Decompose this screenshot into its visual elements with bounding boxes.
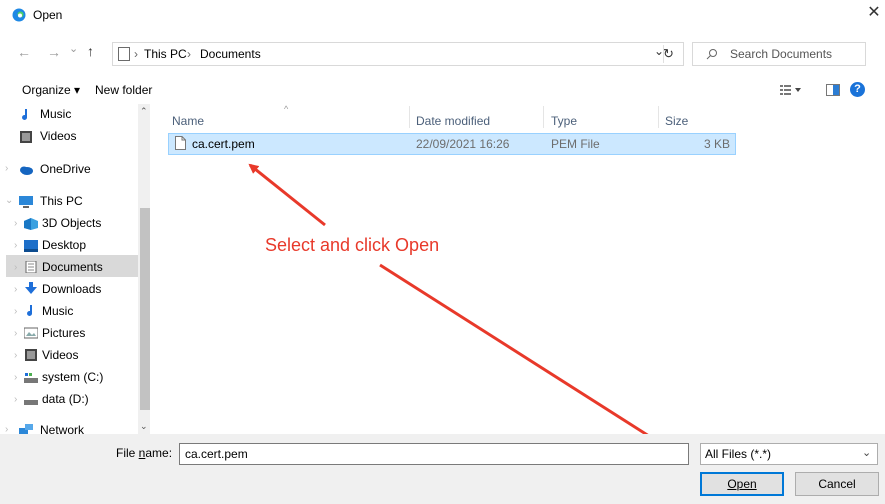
cancel-button[interactable]: Cancel — [795, 472, 879, 496]
arrow-to-file — [248, 163, 326, 227]
annotation-arrows — [248, 163, 717, 480]
chevron-down-icon[interactable]: ⌄ — [862, 446, 871, 459]
file-name-field[interactable] — [179, 443, 689, 465]
file-name-label: File name: — [116, 446, 173, 460]
file-type-filter-value: All Files (*.*) — [705, 447, 772, 461]
open-button[interactable]: Open — [700, 472, 784, 496]
file-type-filter[interactable]: All Files (*.*) — [700, 443, 878, 465]
